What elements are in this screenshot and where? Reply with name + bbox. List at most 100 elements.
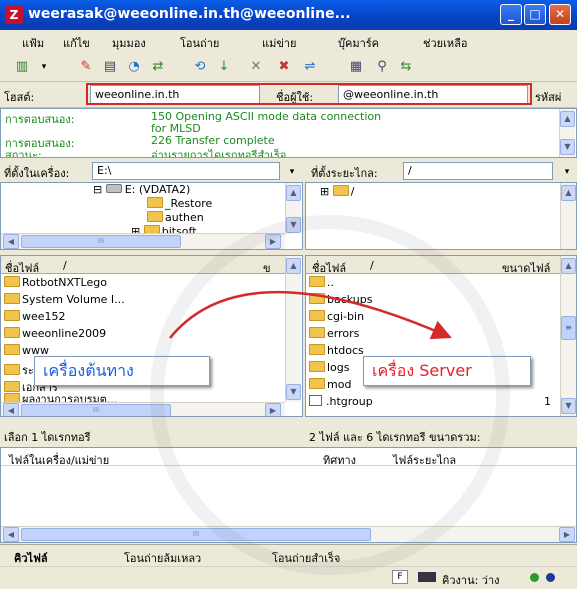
tree-item-drive[interactable]: ⊟ E: (VDATA2) — [93, 183, 190, 196]
scroll-up-icon[interactable]: ▲ — [560, 111, 575, 127]
cancel-icon[interactable]: ✕ — [246, 57, 266, 77]
remote-tree-scrollbar[interactable]: ▲ — [560, 183, 576, 249]
file-size: 1 — [544, 395, 551, 408]
local-tree-icon[interactable]: ▤ — [100, 57, 120, 77]
filter-icon[interactable]: F — [392, 570, 408, 584]
scroll-up-icon[interactable]: ▲ — [561, 185, 576, 201]
column-remote-file[interactable]: ไฟล์ระยะไกล — [393, 451, 456, 469]
scroll-right-icon[interactable]: ▶ — [265, 234, 281, 249]
process-queue-icon[interactable]: ↓ — [214, 57, 234, 77]
reconnect-icon[interactable]: ⇌ — [300, 57, 320, 77]
list-item[interactable]: System Volume I... — [4, 293, 125, 306]
close-button[interactable]: ✕ — [549, 4, 571, 25]
remote-tree-icon[interactable]: ◔ — [124, 57, 144, 77]
local-list-scrollbar[interactable]: ▲ ▼ — [285, 256, 301, 402]
scroll-down-icon[interactable]: ▼ — [561, 398, 576, 414]
column-local-remote[interactable]: ไฟล์ในเครื่อง/แม่ข่าย — [9, 451, 109, 469]
transfer-queue-icon[interactable]: ⇄ — [148, 57, 168, 77]
scroll-left-icon[interactable]: ◀ — [3, 234, 19, 249]
minimize-button[interactable]: _ — [500, 4, 522, 25]
scroll-left-icon[interactable]: ◀ — [3, 527, 19, 542]
folder-icon — [309, 276, 325, 287]
folder-icon — [309, 327, 325, 338]
list-item[interactable]: cgi-bin — [309, 310, 364, 323]
compare-icon[interactable]: ⚲ — [372, 57, 392, 77]
drive-icon — [105, 184, 122, 193]
list-item[interactable]: .. — [309, 276, 334, 289]
collapse-icon[interactable]: ⊟ — [93, 183, 106, 196]
local-path-input[interactable]: E:\ — [92, 162, 280, 180]
queue-hscrollbar[interactable]: ◀ III ▶ — [1, 526, 576, 542]
scroll-up-icon[interactable]: ▲ — [286, 258, 301, 274]
local-list-hscrollbar[interactable]: ◀ III ▶ — [1, 402, 285, 416]
local-tree-hscrollbar[interactable]: ◀ III ▶ — [1, 233, 285, 249]
scroll-thumb[interactable]: III — [21, 404, 171, 416]
list-item[interactable]: backups — [309, 293, 373, 306]
sort-icon: / — [370, 259, 374, 272]
scroll-right-icon[interactable]: ▶ — [559, 527, 575, 542]
tree-item-folder[interactable]: _Restore — [147, 197, 212, 210]
local-file-list: ชื่อไฟล์ / ข RotbotNXTLego System Volume… — [0, 255, 303, 417]
receive-indicator-icon — [546, 573, 555, 582]
tab-successful-transfers[interactable]: โอนถ่ายสำเร็จ — [272, 549, 340, 567]
directory-listing-icon[interactable]: ▦ — [346, 57, 366, 77]
scroll-up-icon[interactable]: ▲ — [561, 258, 576, 274]
folder-icon — [4, 310, 20, 321]
remote-list-scrollbar[interactable]: ▲ ≡ ▼ — [560, 256, 576, 416]
menu-server[interactable]: แม่ข่าย — [262, 34, 296, 52]
menu-edit[interactable]: แก้ไข — [63, 34, 90, 52]
dropdown-arrow-icon[interactable]: ▾ — [34, 57, 54, 77]
column-size[interactable]: ขนาดไฟล์ — [502, 259, 550, 277]
list-item[interactable]: wee152 — [4, 310, 66, 323]
column-name[interactable]: ชื่อไฟล์ — [5, 259, 39, 277]
maximize-button[interactable]: □ — [524, 4, 546, 25]
scroll-left-icon[interactable]: ◀ — [3, 403, 19, 416]
menu-bookmarks[interactable]: บุ๊คมาร์ค — [338, 34, 379, 52]
disconnect-icon[interactable]: ✖ — [274, 57, 294, 77]
menu-bar: แฟ้ม แก้ไข มุมมอง โอนถ่าย แม่ข่าย บุ๊คมา… — [0, 30, 577, 52]
scroll-down-icon[interactable]: ▼ — [286, 384, 301, 400]
folder-icon — [309, 293, 325, 304]
list-item[interactable]: .htgroup — [309, 395, 373, 408]
refresh-icon[interactable]: ⟲ — [190, 57, 210, 77]
scroll-right-icon[interactable]: ▶ — [265, 403, 281, 416]
status-bar: F คิวงาน: ว่าง — [0, 566, 577, 587]
scroll-thumb[interactable]: ≡ — [561, 316, 576, 340]
local-tree-scrollbar[interactable]: ▲ ▼ — [285, 183, 301, 233]
message-log-icon[interactable]: ✎ — [76, 57, 96, 77]
list-item[interactable]: RotbotNXTLego — [4, 276, 107, 289]
chevron-down-icon[interactable]: ▾ — [557, 162, 577, 182]
list-item[interactable]: mod — [309, 378, 351, 391]
message-log: การตอบสนอง: 150 Opening ASCII mode data … — [0, 108, 577, 158]
tree-item-folder[interactable]: authen — [147, 211, 204, 224]
column-name[interactable]: ชื่อไฟล์ — [312, 259, 346, 277]
local-status: เลือก 1 ไดเรกทอรี — [0, 424, 303, 444]
scroll-thumb[interactable]: III — [21, 528, 371, 541]
tab-queued-files[interactable]: คิวไฟล์ — [14, 549, 48, 567]
scroll-up-icon[interactable]: ▲ — [286, 185, 301, 201]
column-direction[interactable]: ทิศทาง — [323, 451, 356, 469]
scroll-down-icon[interactable]: ▼ — [560, 139, 575, 155]
list-item[interactable]: weeonline2009 — [4, 327, 106, 340]
remote-tree: ⊞ / ▲ — [305, 182, 577, 250]
chevron-down-icon[interactable]: ▾ — [282, 162, 302, 182]
list-item[interactable]: htdocs — [309, 344, 364, 357]
tree-item-root[interactable]: ⊞ / — [320, 185, 354, 198]
site-manager-icon[interactable]: ▥ — [12, 57, 32, 77]
log-scrollbar[interactable]: ▲ ▼ — [559, 109, 575, 157]
scroll-down-icon[interactable]: ▼ — [286, 217, 301, 233]
column-size[interactable]: ข — [263, 259, 271, 277]
list-item[interactable]: errors — [309, 327, 359, 340]
sync-browse-icon[interactable]: ⇆ — [396, 57, 416, 77]
menu-help[interactable]: ช่วยเหลือ — [423, 34, 467, 52]
remote-path-input[interactable]: / — [403, 162, 553, 180]
menu-view[interactable]: มุมมอง — [112, 34, 146, 52]
list-item[interactable]: logs — [309, 361, 350, 374]
tab-failed-transfers[interactable]: โอนถ่ายล้มเหลว — [124, 549, 201, 567]
menu-file[interactable]: แฟ้ม — [22, 34, 44, 52]
remote-column-header: ชื่อไฟล์ / ขนาดไฟล์ — [306, 256, 560, 277]
expand-icon[interactable]: ⊞ — [320, 185, 333, 198]
scroll-thumb[interactable]: III — [21, 235, 181, 248]
menu-transfer[interactable]: โอนถ่าย — [180, 34, 219, 52]
title-bar: Z weerasak@weeonline.in.th@weeonline... … — [0, 0, 577, 30]
